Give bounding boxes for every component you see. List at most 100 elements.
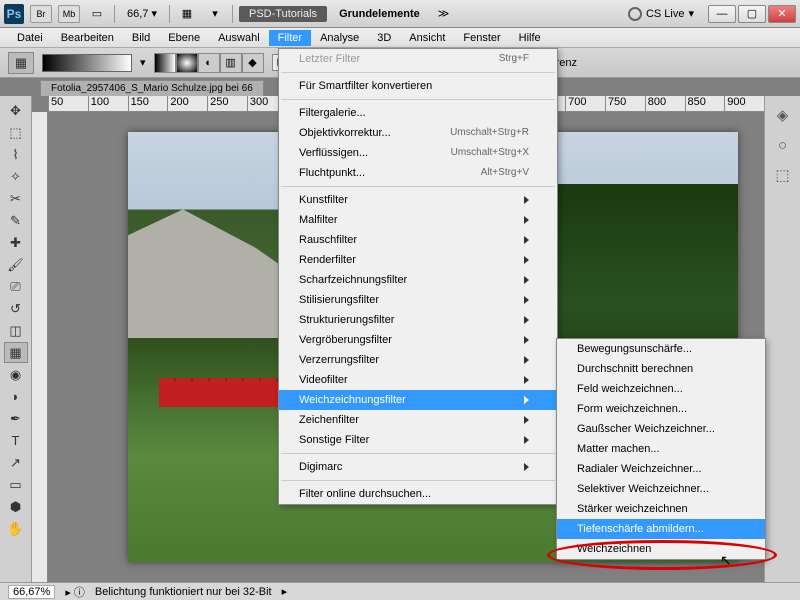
eyedropper-tool[interactable]: ✎ [4,210,28,231]
lasso-tool[interactable]: ⌇ [4,144,28,165]
screen-mode-icon[interactable]: ▭ [86,5,108,23]
gradient-picker-arrow[interactable]: ▾ [140,56,146,69]
ruler-vertical [32,112,48,582]
cslive-button[interactable]: CS Live ▾ [628,7,694,21]
filter-item[interactable]: Sonstige Filter [279,430,557,450]
filter-item[interactable]: Fluchtpunkt...Alt+Strg+V [279,163,557,183]
blur-tool[interactable]: ◉ [4,364,28,385]
hand-tool[interactable]: ✋ [4,518,28,539]
tools-panel: ✥ ⬚ ⌇ ✧ ✂ ✎ ✚ 🖌 ⎚ ↺ ◫ ▦ ◉ ◗ ✒ T ↗ ▭ ⬢ ✋ [0,96,32,582]
minibridge-button[interactable]: Mb [58,5,80,23]
menu-datei[interactable]: Datei [8,30,52,46]
filter-item[interactable]: Rauschfilter [279,230,557,250]
menu-filter[interactable]: Filter [269,30,311,46]
path-tool[interactable]: ↗ [4,452,28,473]
marquee-tool[interactable]: ⬚ [4,122,28,143]
menu-bild[interactable]: Bild [123,30,159,46]
brush-tool[interactable]: 🖌 [4,254,28,275]
document-tab[interactable]: Fotolia_2957406_S_Mario Schulze.jpg bei … [40,80,264,96]
dodge-tool[interactable]: ◗ [4,386,28,407]
status-zoom[interactable]: 66,67% [8,585,55,599]
type-tool[interactable]: T [4,430,28,451]
blur-item[interactable]: Feld weichzeichnen... [557,379,765,399]
history-brush-tool[interactable]: ↺ [4,298,28,319]
gradient-tool[interactable]: ▦ [4,342,28,363]
filter-item[interactable]: Digimarc [279,457,557,477]
view-extras-icon[interactable]: ▦ [176,5,198,23]
menu-ebene[interactable]: Ebene [159,30,209,46]
linear-gradient[interactable] [154,53,176,73]
wand-tool[interactable]: ✧ [4,166,28,187]
filter-item[interactable]: Vergröberungsfilter [279,330,557,350]
radial-gradient[interactable] [176,53,198,73]
gradient-types: ◐ ▥ ◆ [154,53,264,73]
filter-item[interactable]: Objektivkorrektur...Umschalt+Strg+R [279,123,557,143]
3d-tool[interactable]: ⬢ [4,496,28,517]
filter-item[interactable]: Malfilter [279,210,557,230]
filter-item[interactable]: Verzerrungsfilter [279,350,557,370]
blur-item[interactable]: Stärker weichzeichnen [557,499,765,519]
panels-dock: ◈ ○ ⬚ [764,96,800,582]
pen-tool[interactable]: ✒ [4,408,28,429]
menu-3d[interactable]: 3D [368,30,400,46]
filter-item[interactable]: Strukturierungsfilter [279,310,557,330]
filter-item[interactable]: Weichzeichnungsfilter [279,390,557,410]
maximize-button[interactable]: ▢ [738,5,766,23]
filter-item: Letzter FilterStrg+F [279,49,557,69]
workspace-grundelemente[interactable]: Grundelemente [333,8,426,20]
status-doc-icon: ▸ ⓘ [65,584,85,600]
heal-tool[interactable]: ✚ [4,232,28,253]
menu-hilfe[interactable]: Hilfe [510,30,550,46]
filter-item[interactable]: Filtergalerie... [279,103,557,123]
blur-item[interactable]: Weichzeichnen [557,539,765,559]
diamond-gradient[interactable]: ◆ [242,53,264,73]
shape-tool[interactable]: ▭ [4,474,28,495]
photoshop-logo: Ps [4,4,24,24]
workspace-psdtutorials[interactable]: PSD-Tutorials [239,6,327,22]
blur-item[interactable]: Matter machen... [557,439,765,459]
blur-submenu: Bewegungsunschärfe...Durchschnitt berech… [556,338,766,560]
menu-ansicht[interactable]: Ansicht [400,30,454,46]
blur-item[interactable]: Tiefenschärfe abmildern... [557,519,765,539]
reflected-gradient[interactable]: ▥ [220,53,242,73]
filter-item[interactable]: Für Smartfilter konvertieren [279,76,557,96]
blur-item[interactable]: Durchschnitt berechnen [557,359,765,379]
arrange-icon[interactable]: ▾ [204,5,226,23]
crop-tool[interactable]: ✂ [4,188,28,209]
blur-item[interactable]: Form weichzeichnen... [557,399,765,419]
filter-menu-dropdown: Letzter FilterStrg+F Für Smartfilter konv… [278,48,558,505]
paths-panel-icon[interactable]: ⬚ [772,164,794,186]
bridge-button[interactable]: Br [30,5,52,23]
workspace-more[interactable]: ≫ [432,7,456,20]
minimize-button[interactable]: — [708,5,736,23]
filter-item[interactable]: Videofilter [279,370,557,390]
blur-item[interactable]: Bewegungsunschärfe... [557,339,765,359]
filter-item[interactable]: Scharfzeichnungsfilter [279,270,557,290]
blur-item[interactable]: Selektiver Weichzeichner... [557,479,765,499]
menu-analyse[interactable]: Analyse [311,30,368,46]
filter-item[interactable]: Kunstfilter [279,190,557,210]
filter-item[interactable]: Verflüssigen...Umschalt+Strg+X [279,143,557,163]
menu-auswahl[interactable]: Auswahl [209,30,269,46]
filter-item[interactable]: Stilisierungsfilter [279,290,557,310]
blur-item[interactable]: Gaußscher Weichzeichner... [557,419,765,439]
titlebar: Ps Br Mb ▭ 66,7 ▾ ▦ ▾ PSD-Tutorials Grun… [0,0,800,28]
filter-item[interactable]: Filter online durchsuchen... [279,484,557,504]
eraser-tool[interactable]: ◫ [4,320,28,341]
menu-bearbeiten[interactable]: Bearbeiten [52,30,123,46]
filter-item[interactable]: Zeichenfilter [279,410,557,430]
cslive-icon [628,7,642,21]
menu-fenster[interactable]: Fenster [454,30,509,46]
layers-panel-icon[interactable]: ◈ [772,104,794,126]
gradient-tool-icon[interactable]: ▦ [8,52,34,74]
move-tool[interactable]: ✥ [4,100,28,121]
gradient-preview[interactable] [42,54,132,72]
channels-panel-icon[interactable]: ○ [772,134,794,156]
close-button[interactable]: ✕ [768,5,796,23]
filter-item[interactable]: Renderfilter [279,250,557,270]
status-message: Belichtung funktioniert nur bei 32-Bit [95,586,272,598]
angle-gradient[interactable]: ◐ [198,53,220,73]
blur-item[interactable]: Radialer Weichzeichner... [557,459,765,479]
zoom-level[interactable]: 66,7 ▾ [121,7,163,20]
stamp-tool[interactable]: ⎚ [4,276,28,297]
